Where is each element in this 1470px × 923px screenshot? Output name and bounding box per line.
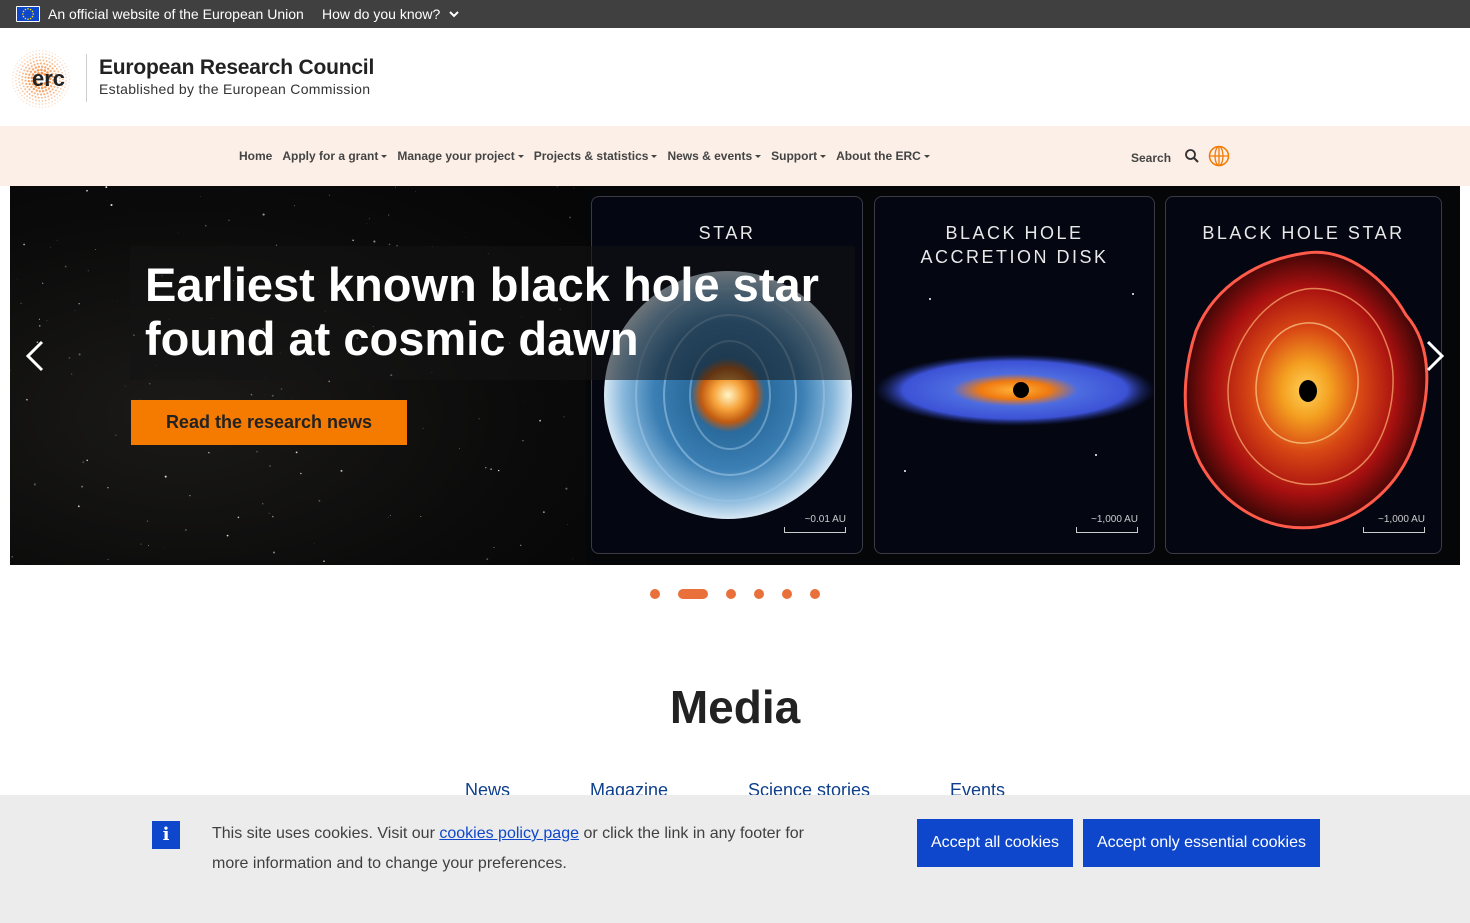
panel-accretion-scale-label: ~1,000 AU [1091, 514, 1138, 525]
read-research-news-button[interactable]: Read the research news [131, 400, 407, 445]
scale-bar [1076, 527, 1138, 533]
nav-menu: Home Apply for a grant Manage your project… [239, 149, 940, 163]
panel-accretion-title: BLACK HOLE ACCRETION DISK [920, 223, 1109, 267]
carousel-dot-5[interactable] [782, 589, 792, 599]
caret-down-icon [381, 154, 388, 158]
cookies-policy-link[interactable]: cookies policy page [439, 825, 579, 842]
cookie-message: This site uses cookies. Visit our cookie… [212, 819, 832, 879]
cookie-banner: i This site uses cookies. Visit our cook… [0, 795, 1470, 923]
info-icon: i [152, 821, 180, 849]
nav-item-label: Support [771, 149, 818, 163]
carousel-dot-2[interactable] [678, 589, 708, 599]
carousel-dot-3[interactable] [726, 589, 736, 599]
accept-essential-cookies-button[interactable]: Accept only essential cookies [1083, 819, 1320, 867]
black-hole-star-illustration [1183, 250, 1429, 530]
panel-star-scale-label: ~0.01 AU [804, 514, 846, 525]
search-link[interactable]: Search [1131, 151, 1171, 165]
nav-item-label: Apply for a grant [282, 149, 379, 163]
scale-bar [1363, 527, 1425, 533]
nav-item-manage-your-project[interactable]: Manage your project [397, 149, 524, 163]
eu-official-bar: An official website of the European Unio… [0, 0, 1470, 28]
main-navigation: Home Apply for a grant Manage your project… [0, 126, 1470, 186]
scale-bar [784, 527, 846, 533]
accept-all-cookies-button[interactable]: Accept all cookies [917, 819, 1073, 867]
nav-item-label: Manage your project [397, 149, 515, 163]
caret-down-icon [651, 154, 658, 158]
logo-text: erc [32, 66, 65, 91]
nav-item-news-events[interactable]: News & events [667, 149, 762, 163]
site-subtitle: Established by the European Commission [99, 81, 371, 97]
hero-carousel: STAR ~0.01 AU BLACK HOLE ACCRETION DISK [10, 186, 1460, 565]
panel-star-scale: ~0.01 AU [784, 514, 846, 533]
panel-accretion-disk: BLACK HOLE ACCRETION DISK ~1,000 AU [874, 196, 1155, 554]
nav-item-about-the-erc[interactable]: About the ERC [836, 149, 930, 163]
panel-star-title: STAR [698, 223, 756, 243]
panel-accretion-scale: ~1,000 AU [1076, 514, 1138, 533]
cookie-text-before: This site uses cookies. Visit our [212, 825, 440, 842]
nav-item-apply-for-a-grant[interactable]: Apply for a grant [282, 149, 388, 163]
chevron-down-icon [449, 11, 460, 18]
carousel-dot-4[interactable] [754, 589, 764, 599]
nav-item-label: Home [239, 149, 273, 163]
nav-item-label: News & events [667, 149, 753, 163]
site-header: erc European Research Council Establishe… [0, 28, 1470, 126]
panel-bhs-scale: ~1,000 AU [1363, 514, 1425, 533]
nav-item-label: About the ERC [836, 149, 921, 163]
globe-language-icon[interactable] [1208, 145, 1230, 167]
eu-official-text: An official website of the European Unio… [48, 6, 304, 22]
hero-headline: Earliest known black hole star found at … [145, 258, 819, 365]
search-icon[interactable] [1184, 148, 1200, 164]
panel-bhs-scale-label: ~1,000 AU [1378, 514, 1425, 525]
eu-flag-icon [16, 6, 40, 22]
nav-item-home[interactable]: Home [239, 149, 272, 163]
nav-item-projects-statistics[interactable]: Projects & statistics [534, 149, 658, 163]
carousel-pagination [650, 589, 838, 599]
caret-down-icon [923, 154, 930, 158]
logo-divider [86, 54, 87, 102]
carousel-next-arrow-icon[interactable] [1420, 336, 1450, 376]
carousel-dot-6[interactable] [810, 589, 820, 599]
nav-item-support[interactable]: Support [771, 149, 827, 163]
caret-down-icon [755, 154, 762, 158]
carousel-dot-1[interactable] [650, 589, 660, 599]
erc-logo[interactable]: erc [10, 48, 74, 110]
site-title[interactable]: European Research Council [99, 56, 374, 80]
caret-down-icon [820, 154, 827, 158]
panel-black-hole-star: BLACK HOLE STAR ~1,000 AU [1165, 196, 1442, 554]
carousel-prev-arrow-icon[interactable] [20, 336, 50, 376]
media-heading: Media [669, 681, 801, 733]
caret-down-icon [517, 154, 524, 158]
panel-bhs-title: BLACK HOLE STAR [1202, 223, 1405, 243]
nav-item-label: Projects & statistics [533, 149, 649, 163]
how-do-you-know-toggle[interactable]: How do you know? [322, 6, 460, 22]
how-do-you-know-label: How do you know? [322, 6, 441, 22]
